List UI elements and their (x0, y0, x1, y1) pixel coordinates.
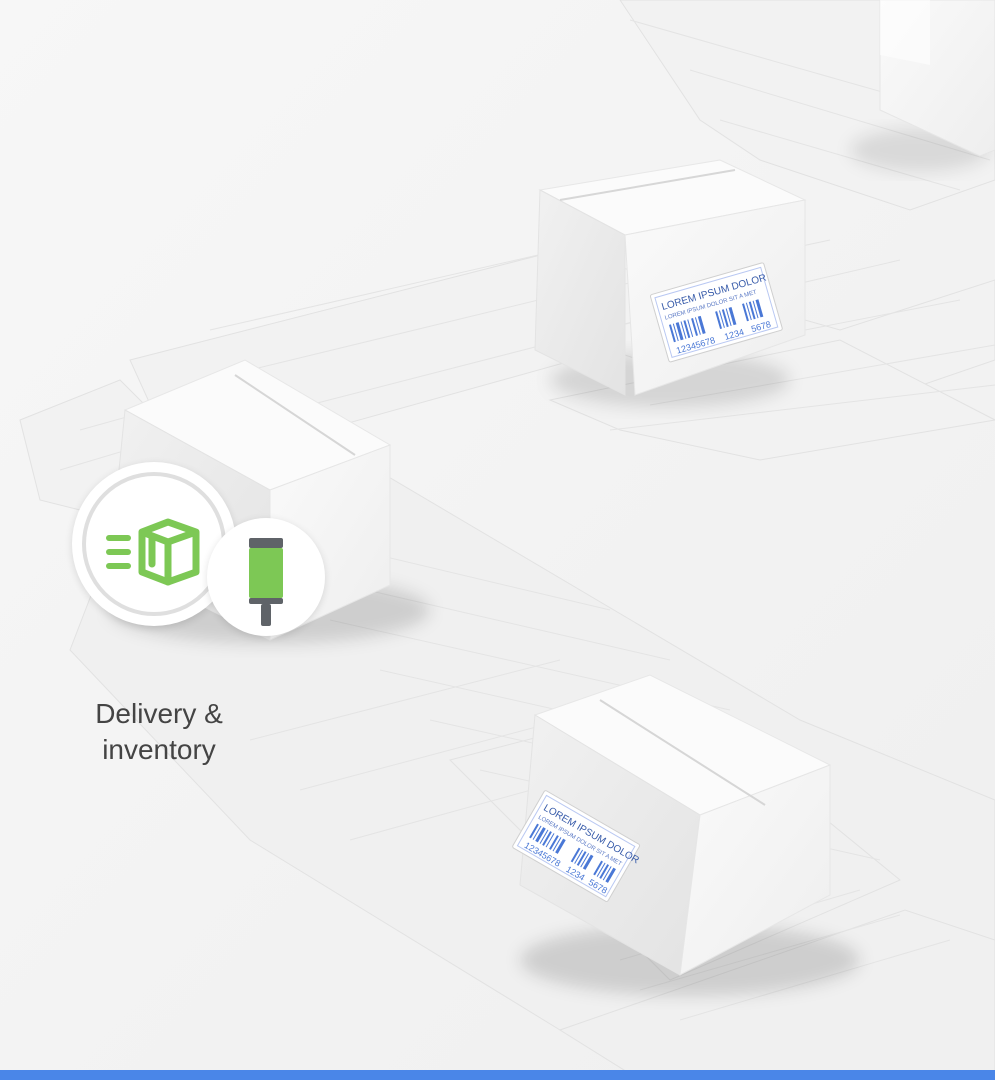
delivery-inventory-label: Delivery & inventory (70, 696, 248, 768)
scanner-badge (207, 518, 325, 636)
scanner-icon (249, 538, 283, 626)
feature-label-line2: inventory (102, 734, 216, 765)
feature-label-line1: Delivery & (95, 698, 223, 729)
page: { "feature": { "label_line1": "Delivery … (0, 0, 995, 1080)
bottom-accent-bar (0, 1070, 995, 1080)
